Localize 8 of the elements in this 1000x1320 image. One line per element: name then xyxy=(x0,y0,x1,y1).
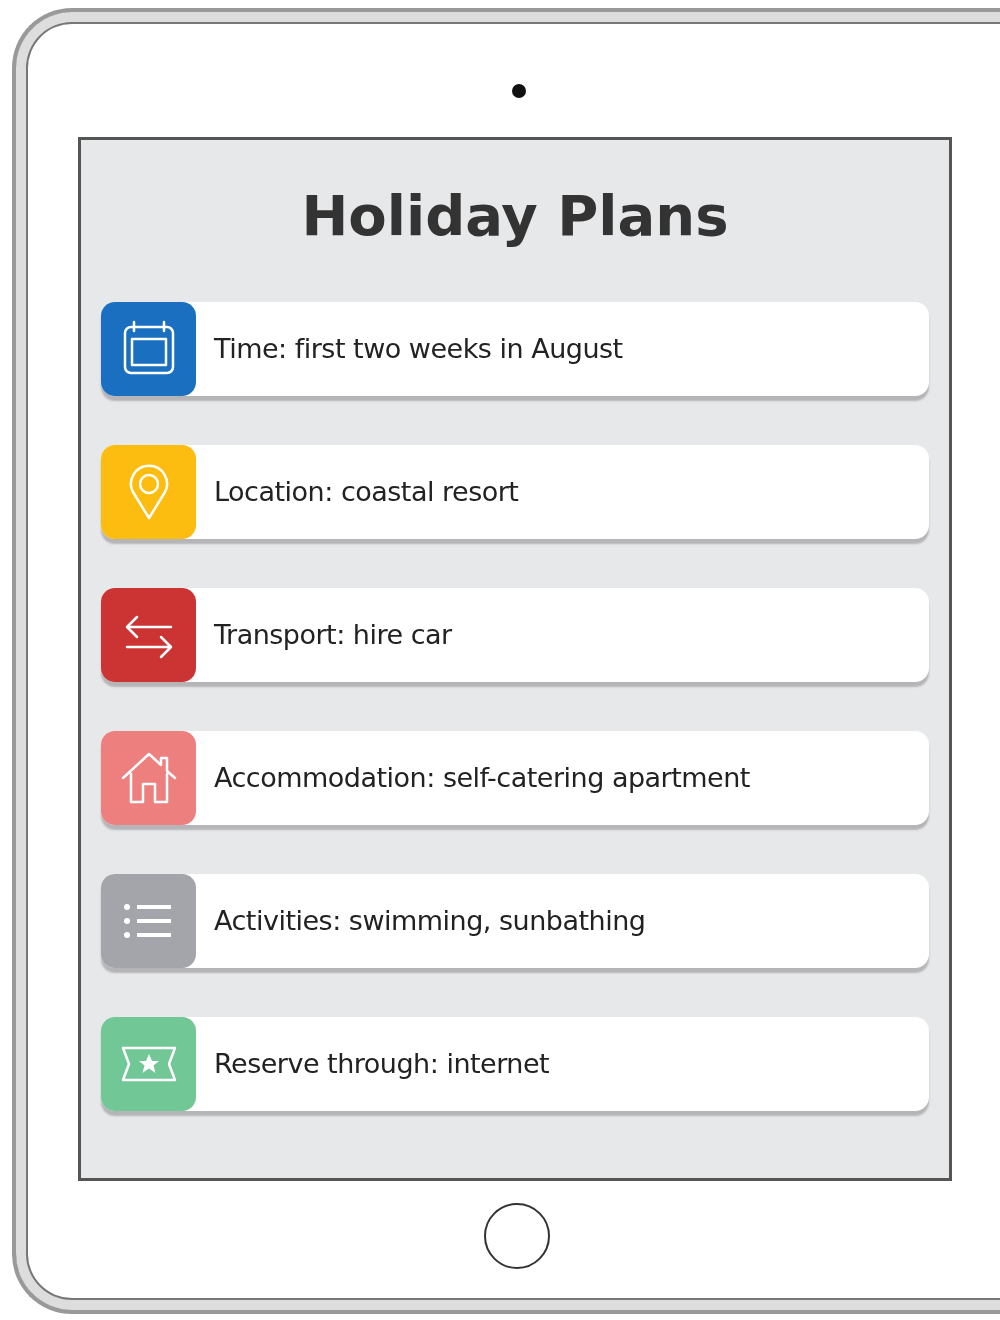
home-button[interactable] xyxy=(484,1203,550,1269)
camera-dot xyxy=(512,84,526,98)
plan-text: Accommodation: self-catering apartment xyxy=(213,760,750,795)
plan-text: Location: coastal resort xyxy=(213,474,519,509)
plan-text: Time: first two weeks in August xyxy=(213,331,623,366)
plan-text: Reserve through: internet xyxy=(213,1046,550,1081)
plan-text: Transport: hire car xyxy=(213,617,452,652)
plan-text: Activities: swimming, sunbathing xyxy=(213,903,646,938)
